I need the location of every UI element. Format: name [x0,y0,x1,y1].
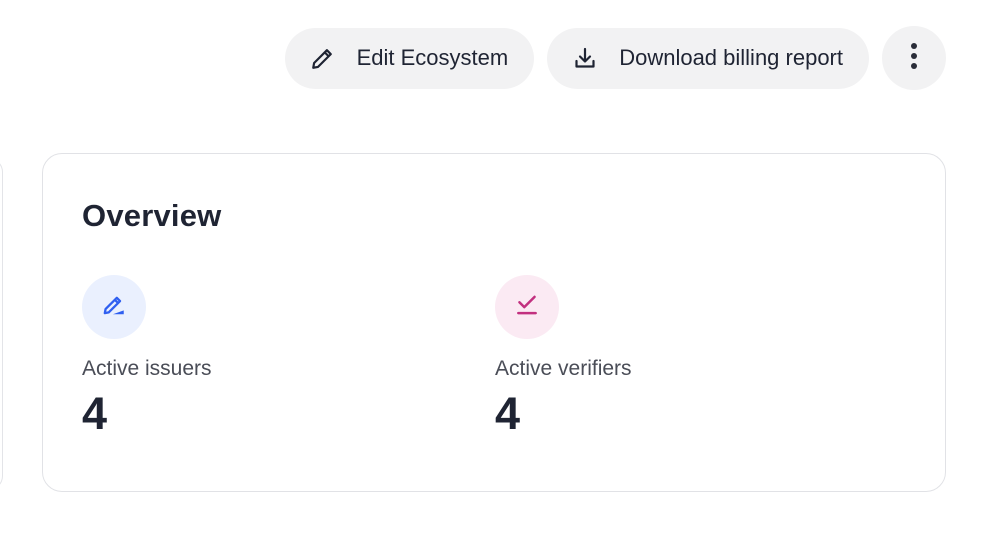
active-verifiers-label: Active verifiers [495,357,632,380]
check-underline-icon [514,292,540,323]
active-verifiers-value: 4 [495,388,521,439]
download-billing-report-button[interactable]: Download billing report [547,27,869,89]
verifiers-badge [495,275,559,339]
active-issuers-stat: Active issuers 4 [82,275,212,436]
pencil-icon [309,44,337,72]
active-issuers-label: Active issuers [82,357,212,380]
active-verifiers-stat: Active verifiers 4 [495,275,632,436]
sign-pen-icon [101,292,127,323]
more-options-button[interactable] [882,26,946,90]
overview-card: Overview Active issuers 4 Active verifie… [42,153,946,492]
active-issuers-value: 4 [82,388,108,439]
edit-ecosystem-button[interactable]: Edit Ecosystem [284,27,535,89]
issuers-badge [82,275,146,339]
download-icon [571,44,599,72]
edit-ecosystem-label: Edit Ecosystem [356,45,509,70]
overview-title: Overview [82,198,222,233]
download-billing-report-label: Download billing report [619,45,843,70]
previous-card-edge [0,158,3,490]
more-vertical-icon [910,42,918,75]
page-actions-toolbar: Edit Ecosystem Download billing report [284,26,946,90]
